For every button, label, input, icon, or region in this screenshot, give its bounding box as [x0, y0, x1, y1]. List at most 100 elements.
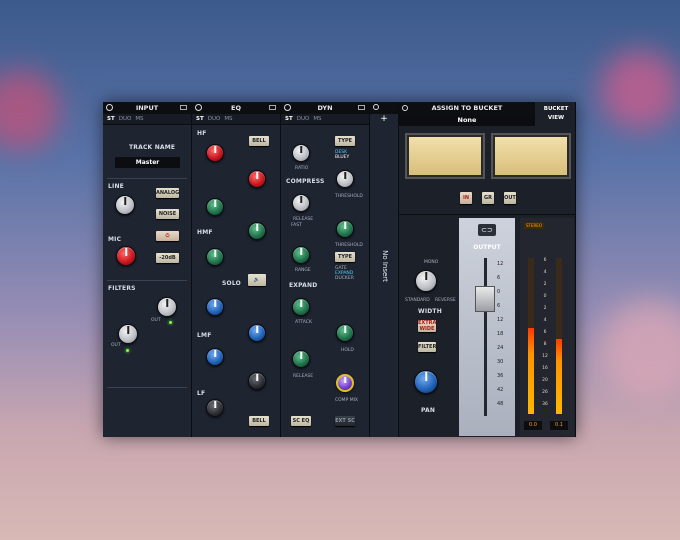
meter-scale-tick: 2: [543, 282, 547, 287]
hmf-gain-knob[interactable]: [248, 222, 266, 240]
meter-scale-tick: 4: [543, 270, 547, 275]
fader-scale-tick: 24: [497, 345, 504, 351]
hf-label: HF: [197, 130, 207, 137]
meter-out-button[interactable]: OUT: [504, 192, 516, 204]
attack-knob[interactable]: [292, 298, 310, 316]
gate-type-button[interactable]: TYPE: [335, 252, 355, 262]
meter-scale-tick: 26: [542, 390, 548, 395]
mode-ms[interactable]: MS: [224, 116, 232, 122]
extra-wide-button[interactable]: EXTRA WIDE: [418, 320, 436, 332]
power-icon[interactable]: [106, 104, 113, 111]
bluey-label: BLUEY: [335, 155, 350, 160]
solo-button[interactable]: 🔈: [248, 274, 266, 286]
output-label: OUTPUT: [473, 244, 501, 251]
lf-gain-knob[interactable]: [206, 399, 224, 417]
hf-gain-knob[interactable]: [206, 144, 224, 162]
readout-right: 0.1: [550, 421, 568, 430]
lmf-gain-knob[interactable]: [206, 298, 224, 316]
meter-scale-tick: 8: [543, 342, 547, 347]
input-modes: ST DUO MS: [103, 114, 191, 125]
ext-sc-button[interactable]: EXT SC: [335, 416, 355, 426]
eq-title: EQ: [231, 104, 241, 112]
low-pass-knob[interactable]: [157, 297, 177, 317]
power-icon[interactable]: [195, 104, 202, 111]
ratio-knob[interactable]: [292, 144, 310, 162]
window-icon[interactable]: [358, 105, 365, 110]
meter-in-button[interactable]: IN: [460, 192, 472, 204]
width-label: WIDTH: [418, 308, 442, 315]
reverse-label: REVERSE: [435, 298, 456, 303]
pan-knob[interactable]: [414, 370, 438, 394]
threshold-knob[interactable]: [336, 170, 354, 188]
power-icon[interactable]: [402, 105, 408, 111]
bucket-header: ASSIGN TO BUCKET: [399, 102, 535, 114]
mode-ms[interactable]: MS: [135, 116, 143, 122]
mode-st[interactable]: ST: [285, 116, 293, 122]
no-insert-label[interactable]: No Insert: [381, 231, 389, 301]
expand-release-knob[interactable]: [292, 350, 310, 368]
add-insert-button[interactable]: +: [370, 114, 398, 125]
insert-header: [370, 102, 398, 114]
expand-label: EXPAND: [289, 282, 318, 289]
high-pass-knob[interactable]: [118, 324, 138, 344]
hf-freq-knob[interactable]: [248, 170, 266, 188]
range-label: RANGE: [295, 268, 311, 273]
eq-strip: EQ ST DUO MS HF BELL HMF SOLO 🔈 LMF LF BEL…: [192, 102, 281, 437]
window-icon[interactable]: [269, 105, 276, 110]
sc-eq-button[interactable]: SC EQ: [291, 416, 311, 426]
hmf-label: HMF: [197, 229, 213, 236]
comp-release-knob[interactable]: [292, 194, 310, 212]
fader-scale-tick: 6: [497, 275, 501, 281]
bucket-title[interactable]: ASSIGN TO BUCKET: [432, 104, 503, 112]
hf-q-knob[interactable]: [206, 198, 224, 216]
comp-type-button[interactable]: TYPE: [335, 136, 355, 146]
lf-freq-knob[interactable]: [248, 372, 266, 390]
power-icon[interactable]: [284, 104, 291, 111]
input-strip: INPUT ST DUO MS TRACK NAME Master LINE ANA…: [103, 102, 192, 437]
mode-st[interactable]: ST: [107, 116, 115, 122]
stereo-button[interactable]: STEREO: [524, 222, 544, 229]
track-name-field[interactable]: Master: [115, 157, 180, 168]
noise-button[interactable]: NOISE: [156, 209, 179, 219]
comp-mix-knob[interactable]: [336, 374, 354, 392]
lmf-freq-knob[interactable]: [248, 324, 266, 342]
gate-threshold-knob[interactable]: [336, 220, 354, 238]
output-fader-handle[interactable]: [475, 286, 495, 312]
range-knob[interactable]: [292, 246, 310, 264]
lf-bell-button[interactable]: BELL: [249, 416, 269, 426]
power-icon[interactable]: [373, 104, 379, 110]
hmf-freq-knob[interactable]: [206, 248, 224, 266]
output-level-right: [556, 339, 562, 414]
hold-knob[interactable]: [336, 324, 354, 342]
solo-label: SOLO: [222, 280, 241, 287]
mode-ms[interactable]: MS: [313, 116, 321, 122]
fader-scale-tick: 6: [497, 303, 501, 309]
width-knob[interactable]: [415, 270, 437, 292]
output-vu-meter: [491, 133, 571, 179]
attack-label: ATTACK: [295, 320, 312, 325]
meter-gr-button[interactable]: GR: [482, 192, 494, 204]
mode-duo[interactable]: DUO: [297, 116, 310, 122]
mic-gain-knob[interactable]: [116, 246, 136, 266]
input-title: INPUT: [135, 104, 159, 112]
comp-mix-label: COMP MIX: [335, 398, 359, 403]
lmf-q-knob[interactable]: [206, 348, 224, 366]
hold-label: HOLD: [341, 348, 354, 353]
phantom-power-button[interactable]: ⏻: [156, 231, 179, 241]
track-name-label: TRACK NAME: [129, 144, 176, 151]
pad-button[interactable]: -20dB: [156, 253, 179, 263]
hf-bell-button[interactable]: BELL: [249, 136, 269, 146]
window-icon[interactable]: [180, 105, 187, 110]
fast-label: FAST: [291, 223, 302, 228]
bucket-select[interactable]: None: [399, 114, 535, 126]
meter-scale-tick: 0: [543, 294, 547, 299]
mode-st[interactable]: ST: [196, 116, 204, 122]
filter-button[interactable]: FILTER: [418, 342, 436, 352]
analog-button[interactable]: ANALOG: [156, 188, 179, 198]
bucket-view-button[interactable]: BUCKET VIEW: [539, 105, 573, 123]
mode-duo[interactable]: DUO: [119, 116, 132, 122]
line-gain-knob[interactable]: [115, 195, 135, 215]
hp-out-label: OUT: [111, 343, 121, 348]
link-button[interactable]: ⊂⊃: [478, 224, 496, 236]
mode-duo[interactable]: DUO: [208, 116, 221, 122]
